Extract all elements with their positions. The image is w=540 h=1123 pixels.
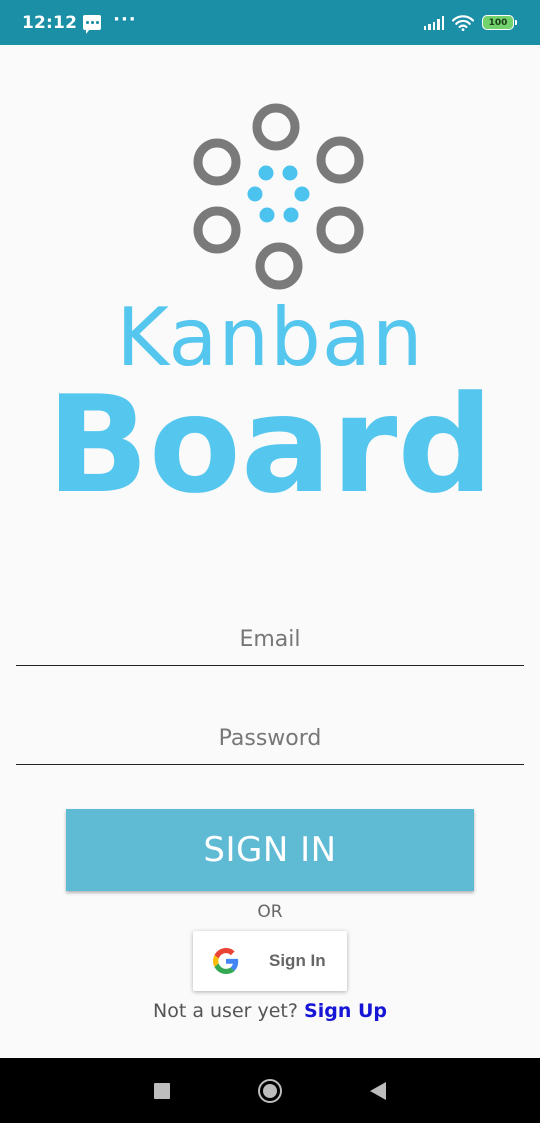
signal-icon [423, 15, 444, 30]
battery-icon: 100 [482, 15, 517, 30]
recents-icon[interactable] [154, 1082, 170, 1099]
google-sign-in-label: Sign In [269, 951, 326, 970]
status-bar: 12:12 ··· 100 [0, 0, 540, 45]
google-icon [213, 948, 239, 974]
navigation-bar [0, 1058, 540, 1123]
status-icons: 100 [423, 14, 517, 31]
or-separator: OR [257, 902, 283, 922]
signup-prompt: Not a user yet? [153, 1000, 298, 1022]
email-field[interactable] [16, 614, 524, 666]
logo-text-board: Board [46, 367, 494, 523]
sign-in-button[interactable]: SIGN IN [66, 809, 474, 891]
logo-text-kanban: Kanban [116, 291, 424, 384]
google-sign-in-button[interactable]: Sign In [193, 931, 347, 991]
more-notifications-icon: ··· [113, 8, 137, 30]
home-icon[interactable] [258, 1078, 282, 1103]
message-icon [83, 15, 102, 34]
password-field[interactable] [16, 713, 524, 765]
back-icon[interactable] [370, 1081, 386, 1100]
signup-row: Not a user yet? Sign Up [0, 1000, 540, 1022]
kanban-logo-icon [193, 103, 364, 290]
status-time: 12:12 [22, 12, 78, 33]
login-screen: 12:12 ··· 100 Kanban Board Email SIGN IN… [0, 0, 540, 1123]
wifi-icon [452, 14, 474, 31]
sign-up-link[interactable]: Sign Up [304, 1000, 387, 1022]
